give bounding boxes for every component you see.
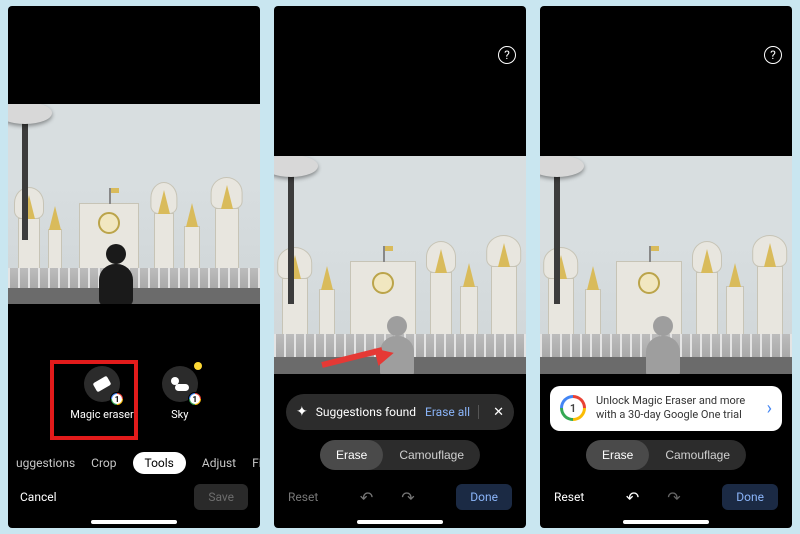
bottom-bar: Reset ↶ ↷ Done <box>274 480 526 514</box>
screen-tools: 1 Magic eraser 1 Sky uggestions Crop Too… <box>8 6 260 528</box>
sky-icon <box>171 377 189 391</box>
unlock-message: Unlock Magic Eraser and more with a 30-d… <box>596 394 757 423</box>
done-button[interactable]: Done <box>456 484 512 510</box>
mode-segmented-control: Erase Camouflage <box>320 440 480 470</box>
save-button: Save <box>194 484 248 510</box>
mode-camouflage[interactable]: Camouflage <box>383 440 480 470</box>
mode-erase[interactable]: Erase <box>320 440 383 470</box>
suggestions-label: Suggestions found <box>316 405 417 419</box>
redo-button[interactable]: ↷ <box>401 488 414 507</box>
undo-button[interactable]: ↶ <box>626 488 639 507</box>
annotation-arrow <box>322 354 392 374</box>
photo-preview <box>8 104 260 304</box>
bottom-bar: Reset ↶ ↷ Done <box>540 480 792 514</box>
google-one-unlock-card[interactable]: 1 Unlock Magic Eraser and more with a 30… <box>550 386 782 431</box>
undo-button[interactable]: ↶ <box>360 488 373 507</box>
help-icon[interactable]: ? <box>498 46 516 64</box>
tab-filters[interactable]: Filters <box>252 456 260 470</box>
home-indicator <box>91 520 177 524</box>
detected-subject-mask[interactable] <box>646 316 680 374</box>
cancel-button[interactable]: Cancel <box>20 490 57 504</box>
done-button[interactable]: Done <box>722 484 778 510</box>
person-subject <box>99 244 133 304</box>
dismiss-suggestions-button[interactable]: ✕ <box>487 405 504 420</box>
mode-segmented-control: Erase Camouflage <box>586 440 746 470</box>
chevron-right-icon: › <box>767 398 772 419</box>
screen-magic-eraser: ? ✦ Suggestions found Erase all ✕ <box>274 6 526 528</box>
annotation-highlight-box <box>50 360 138 440</box>
reset-button[interactable]: Reset <box>288 490 318 504</box>
suggestions-bar: ✦ Suggestions found Erase all ✕ <box>286 394 514 430</box>
reset-button[interactable]: Reset <box>554 490 584 504</box>
home-indicator <box>357 520 443 524</box>
sky-tool[interactable]: 1 Sky <box>162 366 198 421</box>
new-indicator-dot <box>194 362 202 370</box>
edit-tabs: uggestions Crop Tools Adjust Filters <box>8 448 260 478</box>
google-one-badge: 1 <box>188 392 202 406</box>
bottom-bar: Cancel Save <box>8 480 260 514</box>
mode-erase[interactable]: Erase <box>586 440 649 470</box>
tab-suggestions[interactable]: uggestions <box>16 456 75 470</box>
help-icon[interactable]: ? <box>764 46 782 64</box>
tab-crop[interactable]: Crop <box>91 456 116 470</box>
photo-preview[interactable] <box>540 156 792 374</box>
photo-preview[interactable] <box>274 156 526 374</box>
screen-unlock-prompt: ? 1 Unlock Magic Eraser and more with a … <box>540 6 792 528</box>
google-one-icon: 1 <box>560 395 586 421</box>
sky-label: Sky <box>171 408 188 421</box>
home-indicator <box>623 520 709 524</box>
tab-adjust[interactable]: Adjust <box>202 456 236 470</box>
redo-button[interactable]: ↷ <box>667 488 680 507</box>
sparkle-icon: ✦ <box>296 404 308 420</box>
erase-all-button[interactable]: Erase all <box>425 405 479 419</box>
mode-camouflage[interactable]: Camouflage <box>649 440 746 470</box>
tab-tools[interactable]: Tools <box>133 452 186 474</box>
